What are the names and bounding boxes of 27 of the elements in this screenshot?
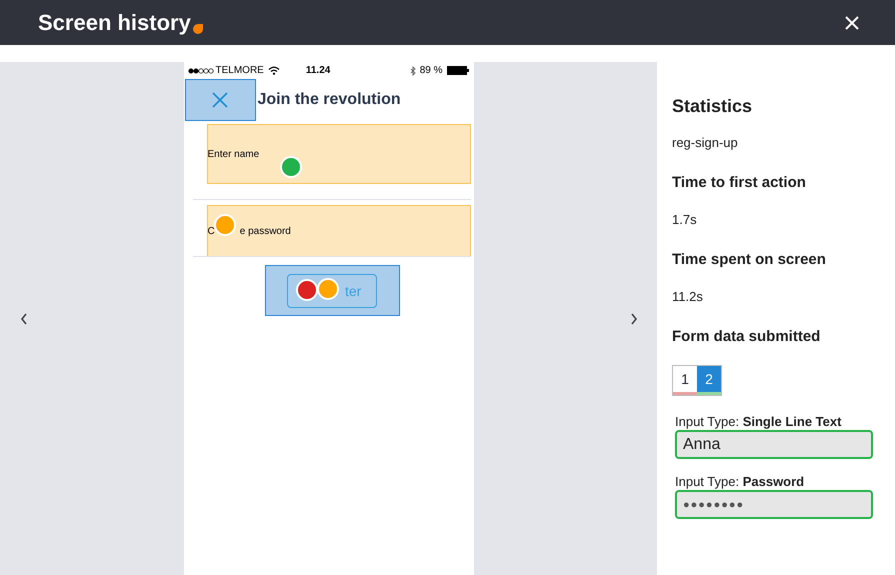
status-time: 11.24 — [306, 65, 330, 76]
battery-percent: 89 % — [420, 65, 442, 76]
close-icon — [212, 92, 228, 108]
chevron-right-icon — [630, 312, 638, 324]
chevron-left-icon — [20, 312, 28, 324]
screen-name: reg-sign-up — [672, 135, 739, 150]
signal-icon — [188, 68, 214, 74]
statistics-heading: Statistics — [672, 96, 754, 117]
bluetooth-icon — [410, 66, 416, 76]
submitted-value-field: ●●●●●●●● — [675, 490, 873, 519]
metric-label: Time spent on screen — [672, 251, 827, 268]
wifi-icon — [268, 66, 280, 75]
metric-value: 1.7s — [672, 212, 698, 227]
screen-title: Join the revolution — [258, 91, 401, 109]
input-type-label: Input Type: Password — [675, 474, 806, 489]
metric-label: Time to first action — [672, 174, 807, 191]
input-type-label: Input Type: Single Line Text — [675, 414, 842, 429]
submitted-value-field: Anna — [675, 430, 873, 459]
page-tab[interactable]: 2 — [697, 366, 721, 395]
metric-value: 11.2s — [672, 289, 704, 304]
carrier-name: TELMORE — [216, 65, 264, 76]
password-field[interactable]: C e password — [206, 205, 470, 257]
battery-icon — [446, 66, 470, 75]
close-icon — [845, 16, 859, 30]
form-data-heading: Form data submitted — [672, 328, 822, 345]
page-title: Screen history — [38, 10, 191, 36]
name-field[interactable]: Enter name — [206, 124, 470, 184]
